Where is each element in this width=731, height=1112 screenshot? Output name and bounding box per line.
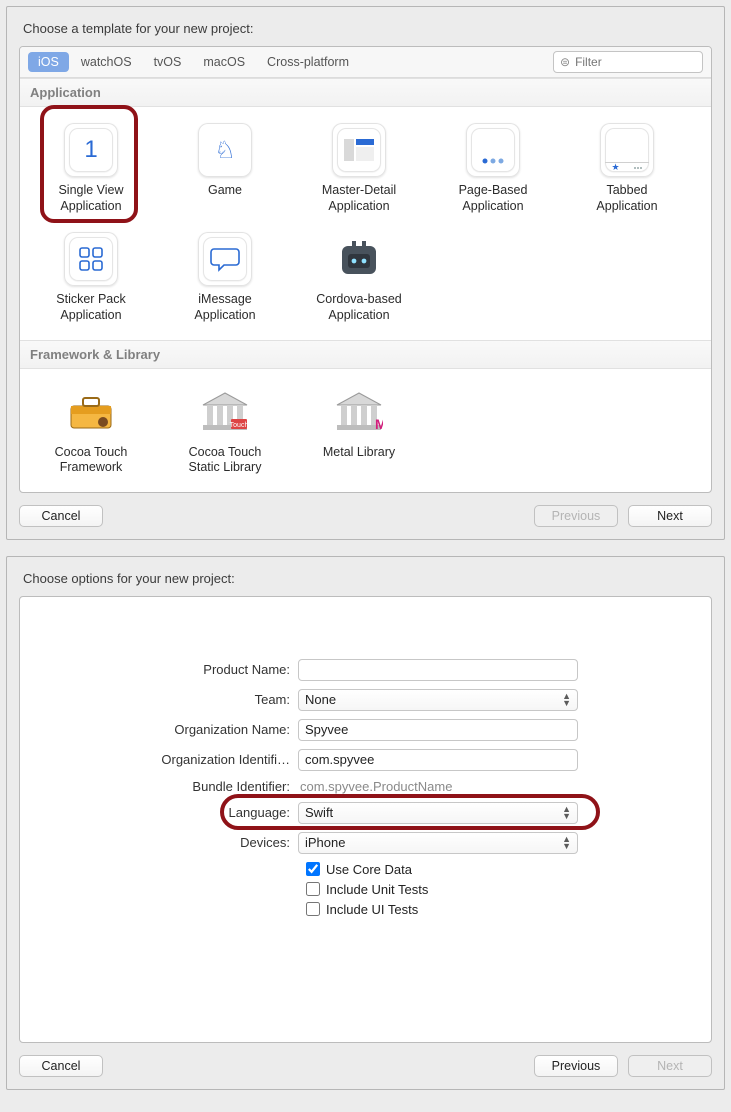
checkbox-core-data[interactable] — [306, 862, 320, 876]
options-button-row: Cancel Previous Next — [19, 1043, 712, 1077]
options-panel-title: Choose options for your new project: — [23, 571, 712, 586]
filter-icon: ⊜ — [560, 55, 570, 69]
single-view-icon: 1 — [84, 136, 97, 164]
toolbox-icon — [67, 392, 115, 432]
tab-ios[interactable]: iOS — [28, 52, 69, 72]
label-devices: Devices: — [40, 835, 298, 850]
template-cordova[interactable]: Cordova-based Application — [292, 226, 426, 335]
template-label: Cordova-based Application — [292, 292, 426, 323]
template-label: Page-Based Application — [426, 183, 560, 214]
tab-tvos[interactable]: tvOS — [144, 52, 192, 72]
template-button-row: Cancel Previous Next — [19, 493, 712, 527]
row-bundle-id: Bundle Identifier: com.spyvee.ProductNam… — [40, 779, 691, 794]
template-panel-title: Choose a template for your new project: — [23, 21, 712, 36]
label-bundle-id: Bundle Identifier: — [40, 779, 298, 794]
cordova-robot-icon — [336, 236, 382, 282]
previous-button[interactable]: Previous — [534, 1055, 618, 1077]
options-panel: Choose options for your new project: Pro… — [6, 556, 725, 1090]
page-based-icon — [481, 158, 505, 164]
template-cocoa-touch-static[interactable]: Touch Cocoa Touch Static Library — [158, 379, 292, 488]
input-org-id[interactable] — [298, 749, 578, 771]
label-org-name: Organization Name: — [40, 722, 298, 737]
template-label: Sticker Pack Application — [24, 292, 158, 323]
row-ui-tests: Include UI Tests — [306, 902, 691, 917]
filter-input[interactable] — [573, 54, 712, 70]
template-tabbed[interactable]: ★ Tabbed Application — [560, 117, 694, 226]
chevron-updown-icon: ▲▼ — [562, 836, 571, 850]
row-unit-tests: Include Unit Tests — [306, 882, 691, 897]
template-page-based[interactable]: Page-Based Application — [426, 117, 560, 226]
label-unit-tests: Include Unit Tests — [326, 882, 428, 897]
row-devices: Devices: iPhone ▲▼ — [40, 832, 691, 854]
tab-watchos[interactable]: watchOS — [71, 52, 142, 72]
select-language[interactable]: Swift ▲▼ — [298, 802, 578, 824]
application-grid: 1 Single View Application ♘ Game Master-… — [20, 107, 711, 340]
label-team: Team: — [40, 692, 298, 707]
select-language-value: Swift — [305, 805, 333, 820]
filter-field[interactable]: ⊜ — [553, 51, 703, 73]
select-devices[interactable]: iPhone ▲▼ — [298, 832, 578, 854]
master-detail-icon — [344, 135, 374, 165]
label-org-id: Organization Identifi… — [40, 752, 298, 767]
tab-macos[interactable]: macOS — [193, 52, 255, 72]
select-team-value: None — [305, 692, 336, 707]
section-header-framework: Framework & Library — [20, 340, 711, 369]
row-core-data: Use Core Data — [306, 862, 691, 877]
select-team[interactable]: None ▲▼ — [298, 689, 578, 711]
library-building-icon: Touch — [201, 391, 249, 433]
template-label: Cocoa Touch Framework — [24, 445, 158, 476]
template-imessage[interactable]: iMessage Application — [158, 226, 292, 335]
template-cocoa-touch-framework[interactable]: Cocoa Touch Framework — [24, 379, 158, 488]
template-label: Cocoa Touch Static Library — [158, 445, 292, 476]
row-language: Language: Swift ▲▼ — [40, 802, 691, 824]
template-picker: iOS watchOS tvOS macOS Cross-platform ⊜ … — [19, 46, 712, 493]
chevron-updown-icon: ▲▼ — [562, 806, 571, 820]
chevron-updown-icon: ▲▼ — [562, 693, 571, 707]
template-label: iMessage Application — [158, 292, 292, 323]
label-product-name: Product Name: — [40, 662, 298, 677]
row-product-name: Product Name: — [40, 659, 691, 681]
select-devices-value: iPhone — [305, 835, 345, 850]
row-team: Team: None ▲▼ — [40, 689, 691, 711]
cancel-button[interactable]: Cancel — [19, 505, 103, 527]
section-header-application: Application — [20, 78, 711, 107]
game-icon: ♘ — [214, 136, 236, 165]
label-language: Language: — [40, 805, 298, 820]
static-bundle-id: com.spyvee.ProductName — [298, 779, 452, 794]
template-single-view[interactable]: 1 Single View Application — [24, 117, 158, 226]
speech-bubble-icon — [210, 246, 240, 272]
template-label: Game — [158, 183, 292, 199]
checkbox-unit-tests[interactable] — [306, 882, 320, 896]
previous-button: Previous — [534, 505, 618, 527]
template-metal[interactable]: M Metal Library — [292, 379, 426, 488]
template-choose-panel: Choose a template for your new project: … — [6, 6, 725, 540]
template-game[interactable]: ♘ Game — [158, 117, 292, 226]
tab-cross-platform[interactable]: Cross-platform — [257, 52, 359, 72]
row-org-id: Organization Identifi… — [40, 749, 691, 771]
template-master-detail[interactable]: Master-Detail Application — [292, 117, 426, 226]
metal-library-icon: M — [335, 391, 383, 433]
framework-grid: Cocoa Touch Framework Touch Cocoa Touch … — [20, 369, 711, 492]
template-label: Metal Library — [292, 445, 426, 461]
label-ui-tests: Include UI Tests — [326, 902, 418, 917]
template-label: Single View Application — [24, 183, 158, 214]
svg-text:Touch: Touch — [230, 422, 249, 429]
options-form: Product Name: Team: None ▲▼ Organization… — [19, 596, 712, 1043]
template-label: Tabbed Application — [560, 183, 694, 214]
template-sticker-pack[interactable]: Sticker Pack Application — [24, 226, 158, 335]
label-core-data: Use Core Data — [326, 862, 412, 877]
svg-text:M: M — [375, 416, 383, 432]
checkbox-ui-tests[interactable] — [306, 902, 320, 916]
sticker-grid-icon — [78, 246, 104, 272]
platform-tab-bar: iOS watchOS tvOS macOS Cross-platform ⊜ — [20, 47, 711, 78]
template-label: Master-Detail Application — [292, 183, 426, 214]
row-org-name: Organization Name: — [40, 719, 691, 741]
input-org-name[interactable] — [298, 719, 578, 741]
input-product-name[interactable] — [298, 659, 578, 681]
next-button: Next — [628, 1055, 712, 1077]
next-button[interactable]: Next — [628, 505, 712, 527]
dots-icon — [633, 166, 643, 170]
cancel-button[interactable]: Cancel — [19, 1055, 103, 1077]
star-icon: ★ — [611, 162, 619, 173]
